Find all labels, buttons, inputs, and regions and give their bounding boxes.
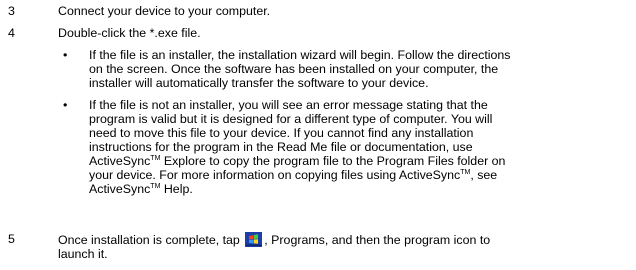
- step-text: Once installation is complete, tap , Pro…: [58, 232, 618, 261]
- step-text: Double-click the *.exe file.: [58, 26, 201, 40]
- bullet-line: program is valid but it is designed for …: [89, 112, 493, 126]
- bullet-line: your device. For more information on cop…: [89, 168, 624, 182]
- step-line: Once installation is complete, tap , Pro…: [58, 232, 618, 247]
- document-page: 3 Connect your device to your computer. …: [0, 0, 636, 270]
- bullet-line-text: Explore to copy the program file to the …: [160, 154, 506, 168]
- windows-start-flag-icon: [245, 232, 263, 247]
- bullet-line: If the file is not an installer, you wil…: [89, 98, 488, 112]
- step-line-text: , Programs, and then the program icon to: [264, 233, 491, 247]
- bullet-line: If the file is an installer, the install…: [89, 48, 511, 62]
- bullet-installer: If the file is an installer, the install…: [89, 48, 624, 90]
- bullet-line: on the screen. Once the software has bee…: [89, 62, 499, 76]
- step-line: launch it.: [58, 247, 108, 261]
- activesync-text: ActiveSync: [89, 182, 151, 196]
- activesync-text: ActiveSync: [89, 154, 151, 168]
- step-text: Connect your device to your computer.: [58, 4, 271, 18]
- step-number: 4: [8, 26, 15, 40]
- bullet-line: need to move this file to your device. I…: [89, 126, 474, 140]
- bullet-line: installer will automatically transfer th…: [89, 76, 429, 90]
- bullet-line-text: your device. For more information on cop…: [89, 168, 461, 182]
- bullet-line: ActiveSyncTM Help.: [89, 182, 624, 196]
- bullet-line-text: Help.: [160, 182, 193, 196]
- bullet-symbol: •: [63, 48, 68, 62]
- bullet-line: instructions for the program in the Read…: [89, 140, 473, 154]
- bullet-not-installer: If the file is not an installer, you wil…: [89, 98, 624, 196]
- trademark-sup: TM: [460, 169, 471, 176]
- step-number: 5: [8, 232, 15, 246]
- trademark-sup: TM: [150, 155, 161, 162]
- bullet-line-text: , see: [470, 168, 498, 182]
- step-number: 3: [8, 4, 15, 18]
- bullet-symbol: •: [63, 98, 68, 112]
- step-line-text: Once installation is complete, tap: [58, 233, 240, 247]
- trademark-sup: TM: [150, 183, 161, 190]
- bullet-line: ActiveSyncTM Explore to copy the program…: [89, 154, 624, 168]
